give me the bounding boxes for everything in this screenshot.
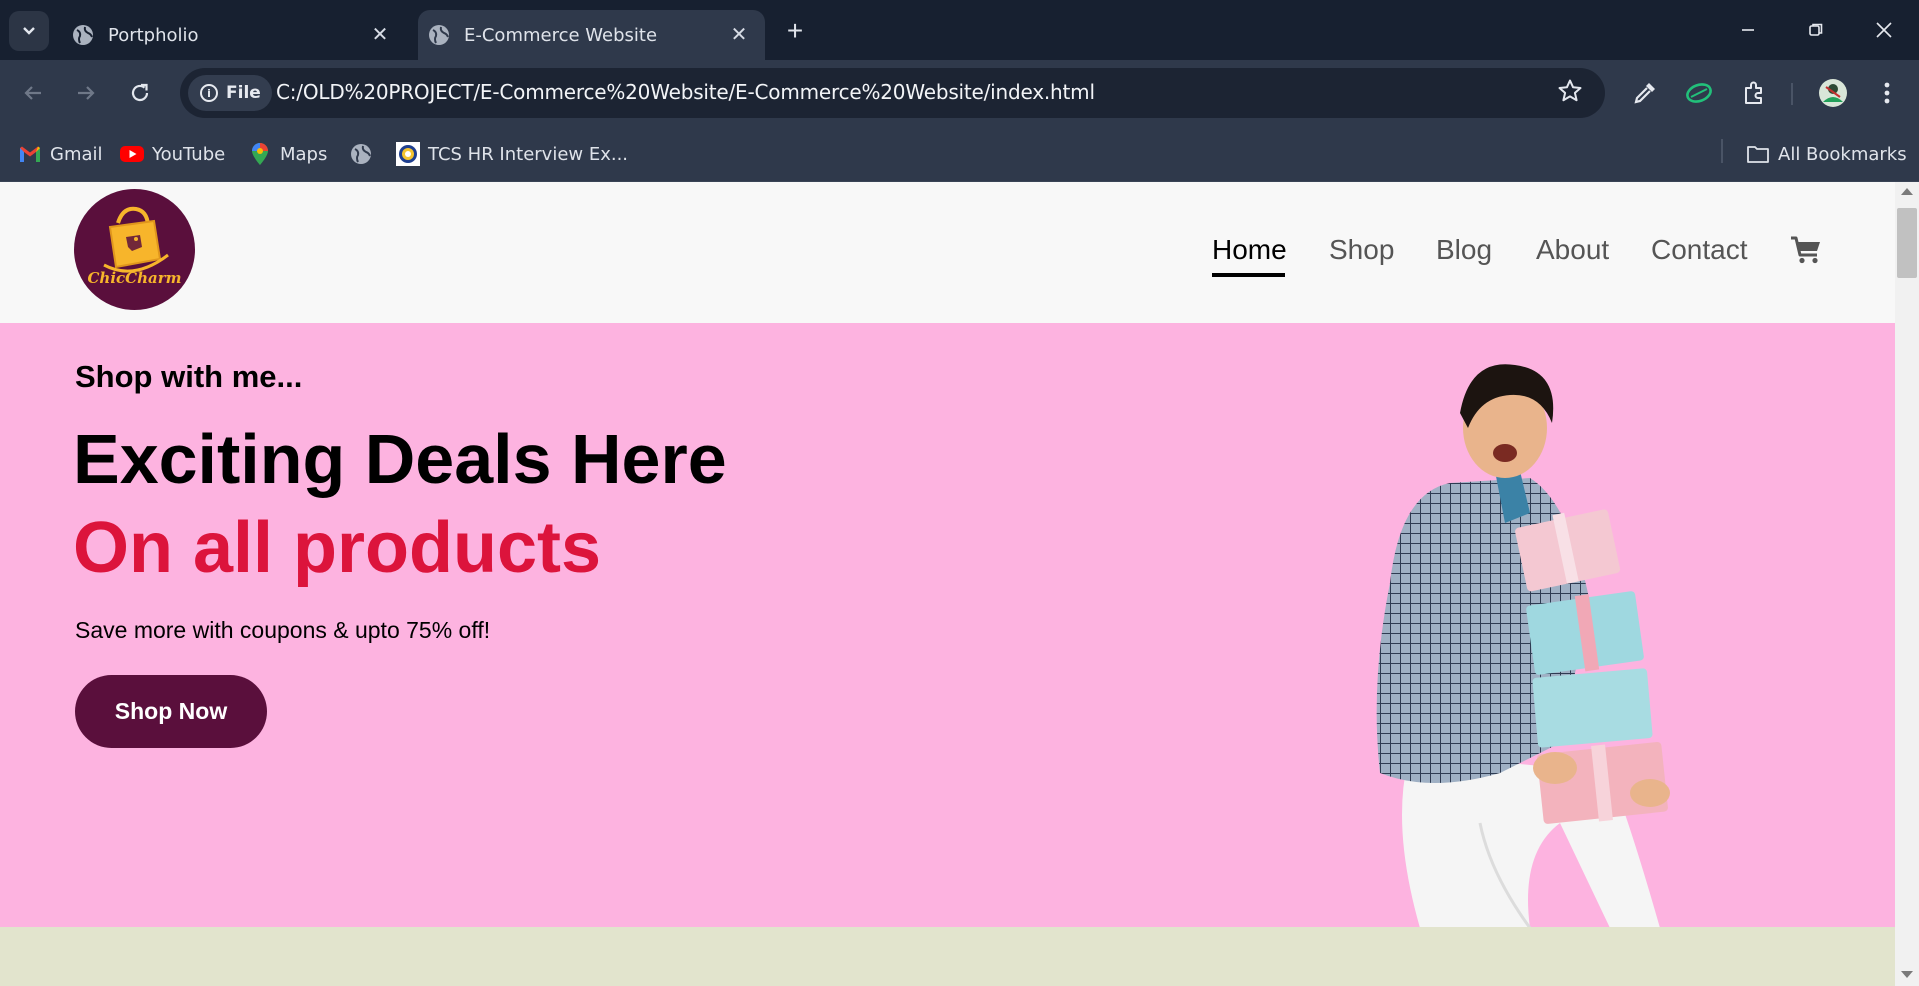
tab-strip: Portpholio ✕ E-Commerce Website ✕ + [0,0,1919,60]
new-tab-button[interactable]: + [780,15,810,46]
forward-arrow-icon [78,86,95,100]
back-button[interactable] [13,73,53,113]
hero-kicker: Shop with me... [75,359,303,394]
hero-title: Exciting Deals Here [73,420,727,498]
shopping-bag-icon [103,206,169,273]
reload-icon [131,83,149,102]
close-icon[interactable]: ✕ [366,20,394,48]
forward-button[interactable] [66,73,106,113]
info-icon: i [200,84,218,102]
tab-title: Portpholio [108,24,199,46]
features-section [0,927,1895,986]
bookmarks-bar: Gmail YouTube Maps TCS HR Interview Ex..… [0,126,1919,182]
restore-button[interactable] [1794,10,1838,50]
extensions-puzzle-icon[interactable] [1737,76,1771,110]
leaf-extension-icon[interactable] [1682,76,1716,110]
nav-shop[interactable]: Shop [1329,234,1394,266]
bookmark-star-icon[interactable] [1557,78,1583,111]
browser-menu-icon[interactable] [1870,76,1904,110]
chiccharm-logo[interactable]: ChicCharm [74,189,195,310]
url-text[interactable]: C:/OLD%20PROJECT/E-Commerce%20Website/E-… [276,80,1095,104]
minimize-button[interactable] [1726,10,1770,50]
profile-avatar[interactable] [1816,76,1850,110]
bookmarks-divider [1721,139,1723,163]
tab-search-button[interactable] [9,11,49,51]
restore-icon [1809,23,1823,36]
hero-subtitle: On all products [73,508,602,588]
scroll-up-arrow-icon[interactable] [1901,188,1913,195]
all-bookmarks-label: All Bookmarks [1778,143,1907,165]
page-scrollbar[interactable] [1895,182,1919,986]
toolbar-divider [1791,83,1793,105]
bookmark-maps[interactable]: Maps [248,138,327,170]
scroll-down-arrow-icon[interactable] [1901,971,1913,978]
folder-icon [1746,142,1770,166]
tab-e-commerce-website[interactable]: E-Commerce Website ✕ [418,10,765,60]
bookmark-label: Maps [280,143,328,165]
gmail-icon [18,142,42,166]
close-icon[interactable]: ✕ [725,20,753,48]
youtube-icon [120,142,144,166]
site-info-label: File [226,83,261,103]
shop-now-button[interactable]: Shop Now [75,675,267,748]
chevron-down-icon [23,27,35,35]
page-viewport: ChicCharm Home Shop Blog About Contact S… [0,182,1919,986]
hero-section: Shop with me... Exciting Deals Here On a… [0,323,1895,927]
nav-about[interactable]: About [1536,234,1609,266]
minimize-icon [1742,29,1754,31]
tab-title: E-Commerce Website [464,24,658,46]
browser-toolbar: i File C:/OLD%20PROJECT/E-Commerce%20Web… [0,60,1919,126]
bookmark-label: Gmail [50,143,103,165]
tab-portpholio[interactable]: Portpholio ✕ [58,10,406,60]
tcs-icon [396,142,420,166]
address-bar[interactable]: i File C:/OLD%20PROJECT/E-Commerce%20Web… [180,68,1605,118]
nav-contact[interactable]: Contact [1651,234,1748,266]
man-with-gifts-image [1376,364,1670,927]
site-header: ChicCharm Home Shop Blog About Contact [0,182,1895,323]
bookmark-youtube[interactable]: YouTube [120,138,225,170]
bookmark-tcs[interactable]: TCS HR Interview Ex... [396,138,628,170]
back-arrow-icon [24,86,41,100]
cart-button[interactable] [1790,235,1822,265]
site-info-chip[interactable]: i File [188,75,272,111]
bookmark-globe[interactable] [349,138,381,170]
active-nav-underline [1212,273,1285,277]
globe-icon [73,25,93,45]
nav-home[interactable]: Home [1212,234,1287,266]
eyedropper-extension-icon[interactable] [1628,76,1662,110]
all-bookmarks-button[interactable]: All Bookmarks [1746,138,1907,170]
globe-icon [429,25,449,45]
reload-button[interactable] [120,73,160,113]
bookmark-label: TCS HR Interview Ex... [428,143,629,165]
close-icon [1876,22,1892,38]
globe-icon [349,142,373,166]
logo-text: ChicCharm [87,269,182,287]
hero-text: Save more with coupons & upto 75% off! [75,617,491,643]
bookmark-gmail[interactable]: Gmail [18,138,103,170]
maps-icon [248,142,272,166]
scrollbar-thumb[interactable] [1897,208,1917,278]
bookmark-label: YouTube [152,143,226,165]
close-window-button[interactable] [1862,10,1906,50]
nav-blog[interactable]: Blog [1436,234,1492,266]
shopping-cart-icon [1791,236,1820,264]
